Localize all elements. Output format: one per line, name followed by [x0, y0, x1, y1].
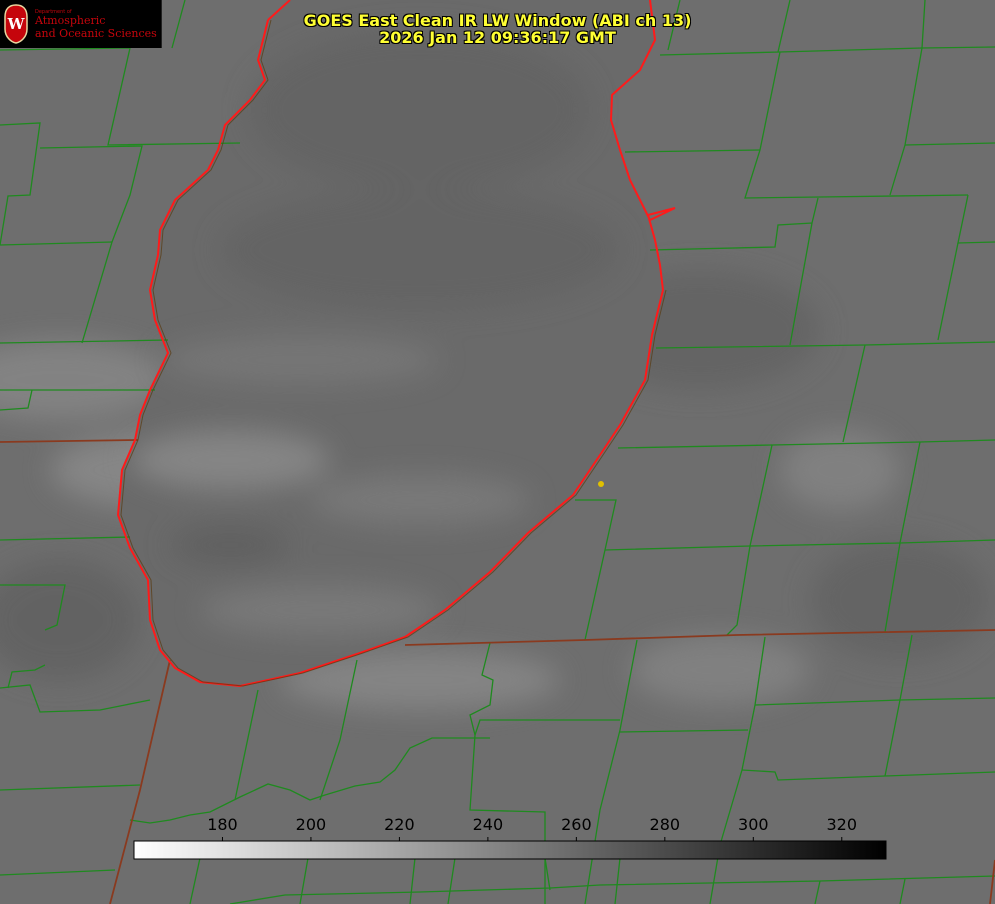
colorbar-tick-label: 200 [296, 815, 327, 834]
colorbar-tick-label: 320 [826, 815, 857, 834]
colorbar-tick-label: 220 [384, 815, 415, 834]
colorbar-tick-label: 280 [650, 815, 681, 834]
title-line2: 2026 Jan 12 09:36:17 GMT [379, 28, 616, 47]
image-title: GOES East Clean IR LW Window (ABI ch 13)… [0, 12, 995, 46]
colorbar-tick-label: 180 [207, 815, 238, 834]
colorbar-tick-label: 260 [561, 815, 592, 834]
title-line1: GOES East Clean IR LW Window (ABI ch 13) [303, 11, 692, 30]
colorbar [133, 840, 887, 860]
satellite-viewer: 180 200 220 240 260 280 300 320 W Department of… [0, 0, 995, 904]
colorbar-tick-label: 300 [738, 815, 769, 834]
satellite-map: 180 200 220 240 260 280 300 320 [0, 0, 995, 904]
station-marker [598, 481, 604, 487]
colorbar-tick-label: 240 [473, 815, 504, 834]
